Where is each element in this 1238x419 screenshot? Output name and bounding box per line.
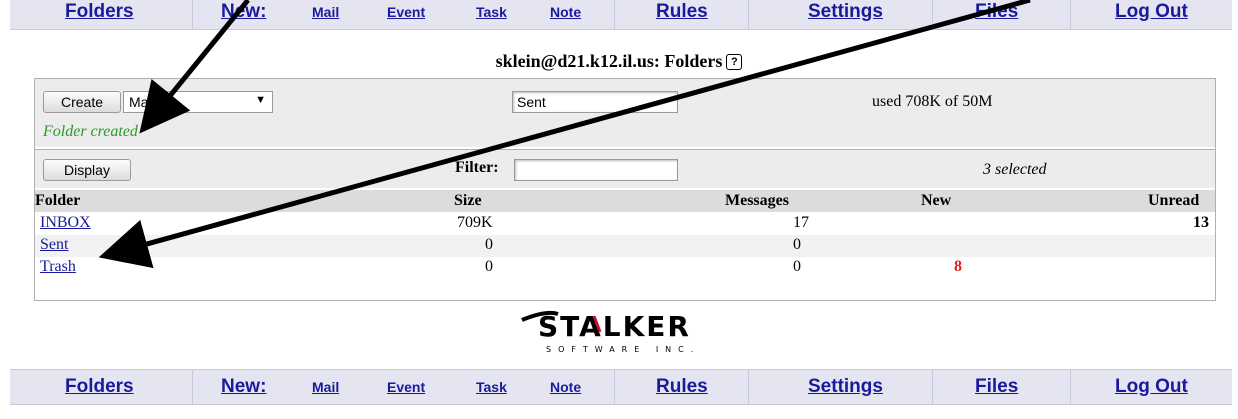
- folder-messages: 0: [793, 236, 801, 253]
- stalker-logo: STALKER SOFTWARE INC.: [521, 310, 700, 354]
- folder-link-sent[interactable]: Sent: [40, 236, 68, 254]
- nav-divider: [192, 370, 193, 404]
- nav-divider: [932, 370, 933, 404]
- folder-link-inbox[interactable]: INBOX: [40, 214, 91, 232]
- folder-messages: 17: [793, 214, 809, 231]
- chevron-down-icon: ▼: [255, 94, 266, 106]
- folder-unread-count: 13: [1193, 214, 1209, 231]
- nav-new-task-link[interactable]: Task: [476, 0, 507, 29]
- nav-divider: [192, 0, 193, 29]
- nav-rules-link[interactable]: Rules: [656, 0, 708, 29]
- nav-new-note-link[interactable]: Note: [550, 0, 581, 29]
- nav-new-link[interactable]: New:: [221, 0, 266, 29]
- nav-new-mail-link[interactable]: Mail: [312, 370, 339, 404]
- filter-label: Filter:: [455, 159, 499, 176]
- display-button[interactable]: Display: [43, 159, 131, 181]
- nav-new-note-link[interactable]: Note: [550, 370, 581, 404]
- nav-new-mail-link[interactable]: Mail: [312, 0, 339, 29]
- table-header-row: [35, 190, 1215, 212]
- folder-size: 709K: [457, 214, 493, 231]
- nav-divider: [932, 0, 933, 29]
- column-header-size[interactable]: Size: [454, 192, 482, 210]
- nav-files-link[interactable]: Files: [975, 0, 1018, 29]
- nav-new-link[interactable]: New:: [221, 370, 266, 404]
- nav-folders-link[interactable]: Folders: [65, 370, 134, 404]
- nav-new-event-link[interactable]: Event: [387, 370, 425, 404]
- column-header-folder[interactable]: Folder: [35, 192, 80, 210]
- page-title-text: sklein@d21.k12.il.us: Folders: [495, 51, 723, 71]
- bottom-nav-bar: Folders New: Mail Event Task Note Rules …: [10, 369, 1232, 405]
- folder-messages: 0: [793, 258, 801, 275]
- column-header-unread[interactable]: Unread: [1148, 192, 1199, 210]
- new-folder-name-input[interactable]: Sent: [512, 91, 678, 113]
- folder-type-value: Mailbox: [129, 94, 178, 110]
- folder-size: 0: [485, 236, 493, 253]
- folder-link-trash[interactable]: Trash: [40, 258, 76, 276]
- nav-divider: [748, 0, 749, 29]
- nav-logout-link[interactable]: Log Out: [1115, 0, 1188, 29]
- create-button[interactable]: Create: [43, 91, 121, 113]
- nav-new-task-link[interactable]: Task: [476, 370, 507, 404]
- create-folder-band: [35, 79, 1215, 147]
- folder-new-count: 8: [954, 258, 962, 275]
- nav-logout-link[interactable]: Log Out: [1115, 370, 1188, 404]
- nav-rules-link[interactable]: Rules: [656, 370, 708, 404]
- nav-settings-link[interactable]: Settings: [808, 0, 883, 29]
- selected-count: 3 selected: [983, 161, 1047, 178]
- status-message: Folder created: [43, 123, 138, 140]
- logo-wordmark: STALKER: [538, 310, 691, 343]
- top-nav-bar: Folders New: Mail Event Task Note Rules …: [10, 0, 1232, 30]
- folders-panel: Create Mailbox ▼ Sent used 708K of 50M F…: [34, 78, 1216, 301]
- column-header-messages[interactable]: Messages: [725, 192, 789, 210]
- quota-text: used 708K of 50M: [872, 93, 993, 110]
- column-header-new[interactable]: New: [921, 192, 951, 210]
- folder-type-select[interactable]: Mailbox ▼: [123, 91, 273, 113]
- table-row: [35, 235, 1215, 257]
- nav-new-event-link[interactable]: Event: [387, 0, 425, 29]
- nav-divider: [614, 370, 615, 404]
- nav-divider: [614, 0, 615, 29]
- help-icon[interactable]: ?: [726, 54, 743, 70]
- nav-folders-link[interactable]: Folders: [65, 0, 134, 29]
- nav-divider: [1070, 370, 1071, 404]
- page-title: sklein@d21.k12.il.us: Folders?: [0, 51, 1238, 72]
- nav-divider: [748, 370, 749, 404]
- nav-files-link[interactable]: Files: [975, 370, 1018, 404]
- folder-size: 0: [485, 258, 493, 275]
- logo-tagline: SOFTWARE INC.: [546, 345, 700, 354]
- filter-input[interactable]: [514, 159, 678, 181]
- nav-divider: [1070, 0, 1071, 29]
- nav-settings-link[interactable]: Settings: [808, 370, 883, 404]
